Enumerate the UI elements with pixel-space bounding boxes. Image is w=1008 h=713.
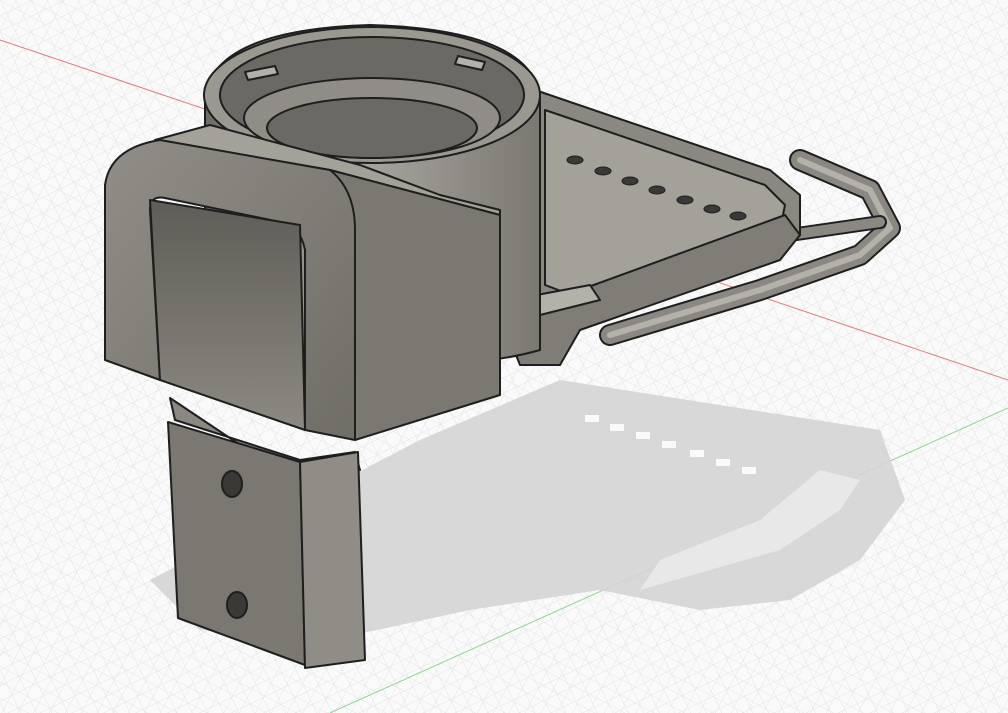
viewport-canvas[interactable] [0, 0, 1008, 713]
mount-hole-top [221, 470, 243, 498]
3d-viewport[interactable] [0, 0, 1008, 713]
mount-hole-bottom [226, 591, 248, 619]
